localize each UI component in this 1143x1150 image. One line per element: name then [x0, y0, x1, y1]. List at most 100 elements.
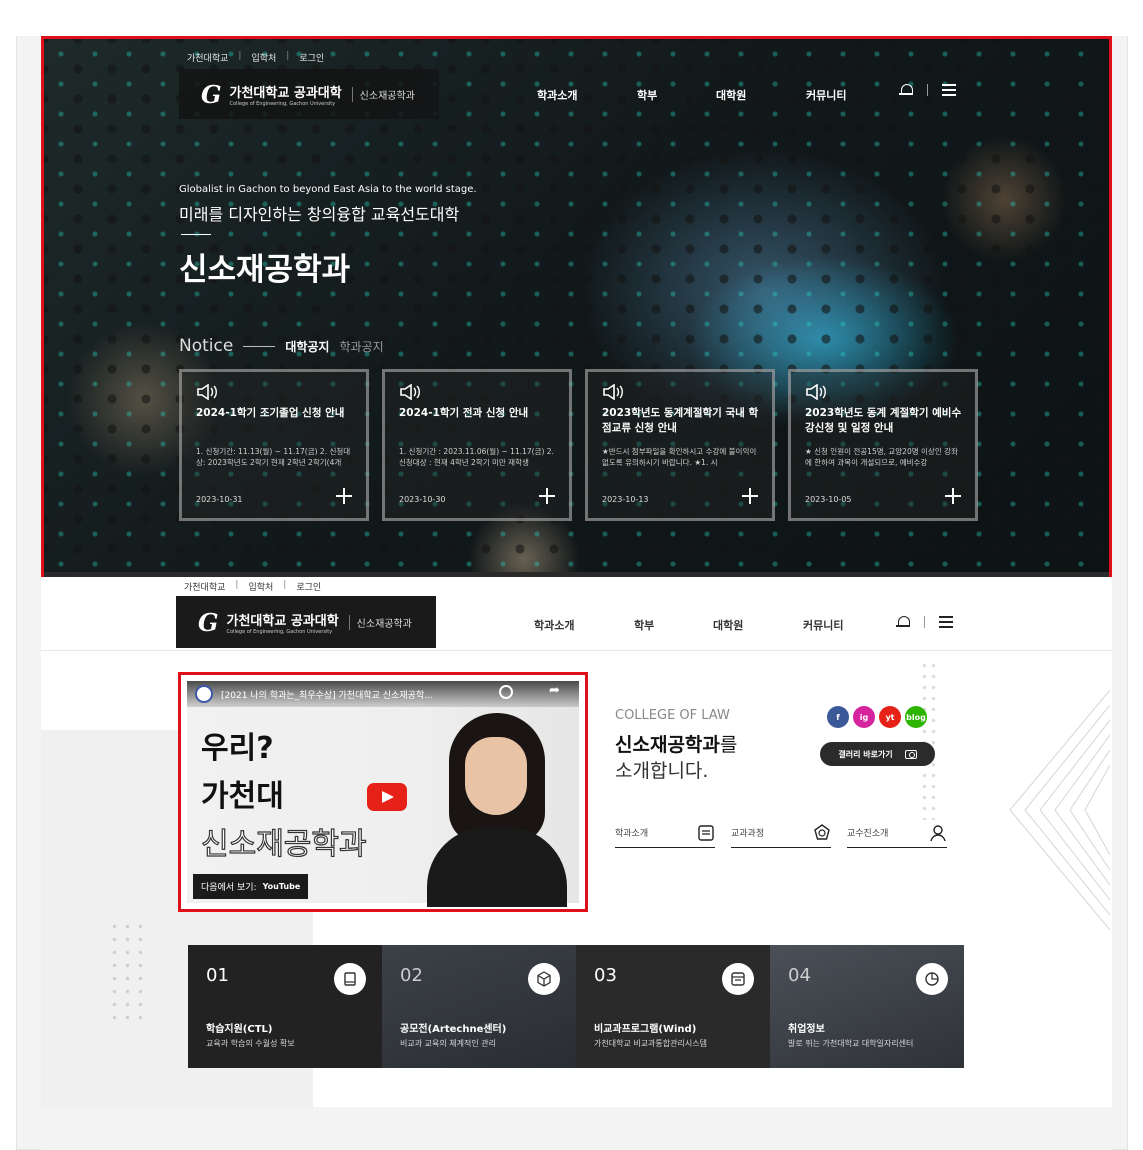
intro-heading-particle: 를: [719, 734, 738, 756]
util-link-university[interactable]: 가천대학교: [187, 51, 228, 64]
logo-subtitle: College of Engineering, Gachon Universit…: [226, 628, 333, 635]
blog-icon[interactable]: blog: [905, 706, 927, 728]
camera-icon: [904, 749, 917, 759]
video-embed[interactable]: [2021 나의 학과는_최우수상] 가천대학교 신소재공학... ➦ 우리? …: [178, 672, 588, 912]
notice-card[interactable]: 2023학년도 동계 계절학기 예비수강신청 및 일정 안내 ★ 신청 인원이 …: [788, 369, 978, 521]
util-link-login[interactable]: 로그인: [299, 51, 324, 64]
notice-date: 2023-10-05: [805, 495, 852, 504]
nav-item-undergraduate[interactable]: 학부: [637, 87, 657, 103]
pie-chart-icon: [916, 963, 948, 995]
notice-divider: [243, 345, 276, 347]
share-icon[interactable]: ➦: [549, 684, 563, 699]
nav-item-undergraduate[interactable]: 학부: [634, 617, 654, 633]
youtube-play-icon[interactable]: [367, 783, 407, 811]
nav-item-graduate[interactable]: 대학원: [713, 617, 743, 633]
util-link-admission[interactable]: 입학처: [248, 580, 273, 593]
quick-desc: 가천대학교 비교과통합관리시스템: [594, 1039, 707, 1048]
intro-quick-links: 학과소개 교과과정 교수진소개: [615, 818, 947, 848]
link-curriculum[interactable]: 교과과정: [731, 818, 831, 848]
utility-nav: 가천대학교 | 입학처 | 로그인: [184, 580, 321, 593]
notice-label: Notice: [179, 336, 234, 356]
menu-icon[interactable]: [942, 84, 956, 96]
logo[interactable]: G 가천대학교 공과대학 College of Engineering, Gac…: [179, 69, 439, 119]
intro-heading-line2: 소개합니다.: [615, 760, 709, 782]
notice-card[interactable]: 2024-1학기 조기졸업 신청 안내 1. 신청기간: 11.13(월) ~ …: [179, 369, 369, 521]
logo[interactable]: G 가천대학교 공과대학 College of Engineering, Gac…: [176, 596, 436, 648]
instagram-icon[interactable]: ig: [853, 706, 875, 728]
watch-later-icon[interactable]: [499, 685, 513, 699]
frame-top: [16, 0, 1128, 36]
speaker-icon: [603, 384, 623, 400]
intro-subtitle: COLLEGE OF LAW: [615, 708, 730, 723]
divider: [927, 84, 928, 96]
utility-nav: 가천대학교 | 입학처 | 로그인: [187, 51, 324, 64]
quick-item[interactable]: 04 취업정보 발로 뛰는 가천대학교 대학일자리센터: [770, 945, 964, 1068]
quick-desc: 교육과 학습의 수월성 확보: [206, 1039, 295, 1048]
header-icons: [896, 615, 953, 629]
tab-university-notice[interactable]: 대학공지: [285, 338, 329, 355]
quick-item[interactable]: 02 공모전(Artechne센터) 비교과 교육의 체계적인 관리: [382, 945, 576, 1068]
youtube-icon[interactable]: yt: [879, 706, 901, 728]
video-title[interactable]: [2021 나의 학과는_최우수상] 가천대학교 신소재공학...: [221, 688, 433, 701]
chevron-pattern-decoration: [1009, 689, 1110, 931]
speaker-icon: [806, 384, 826, 400]
emblem-icon: [814, 823, 830, 840]
quick-title: 취업정보: [788, 1024, 825, 1035]
util-link-login[interactable]: 로그인: [296, 580, 321, 593]
menu-icon[interactable]: [939, 616, 953, 628]
link-label: 교수진소개: [847, 829, 889, 839]
hero-section: 가천대학교 | 입학처 | 로그인 G 가천대학교 공과대학 College o…: [41, 36, 1112, 593]
util-separator: |: [283, 580, 287, 590]
intro-heading-dept: 신소재공학과: [615, 734, 720, 756]
quick-title: 학습지원(CTL): [206, 1024, 273, 1035]
link-faculty[interactable]: 교수진소개: [847, 818, 947, 848]
nav-item-graduate[interactable]: 대학원: [716, 87, 746, 103]
tab-department-notice[interactable]: 학과공지: [339, 338, 383, 355]
notice-date: 2023-10-31: [196, 495, 243, 504]
watch-label: 다음에서 보기:: [201, 883, 257, 893]
speaker-icon: [197, 384, 217, 400]
plus-icon[interactable]: [945, 488, 961, 504]
plus-icon[interactable]: [336, 488, 352, 504]
footer-gray-band: [41, 1107, 1112, 1150]
quick-item[interactable]: 01 학습지원(CTL) 교육과 학습의 수월성 확보: [188, 945, 382, 1068]
nav-item-community[interactable]: 커뮤니티: [806, 87, 846, 103]
channel-avatar[interactable]: [195, 685, 213, 703]
nav-item-about[interactable]: 학과소개: [534, 617, 574, 633]
dot-pattern-decoration: [920, 660, 938, 820]
logo-text: 가천대학교 공과대학 College of Engineering, Gacho…: [227, 610, 339, 635]
notice-excerpt: ★반드시 첨부파일을 확인하시고 수강에 불이익이 없도록 유의하시기 바랍니다…: [602, 447, 757, 467]
notice-card[interactable]: 2023학년도 동계계절학기 국내 학점교류 신청 안내 ★반드시 첨부파일을 …: [585, 369, 775, 521]
gallery-button[interactable]: 갤러리 바로가기: [820, 742, 935, 766]
nav-item-about[interactable]: 학과소개: [537, 87, 577, 103]
gallery-label: 갤러리 바로가기: [838, 749, 893, 759]
quick-desc: 비교과 교육의 체계적인 관리: [400, 1039, 496, 1048]
facebook-icon[interactable]: f: [827, 706, 849, 728]
video-topbar: [2021 나의 학과는_최우수상] 가천대학교 신소재공학...: [187, 681, 579, 707]
bell-icon[interactable]: [896, 615, 910, 629]
intro-heading: 신소재공학과를: [615, 730, 737, 757]
util-link-university[interactable]: 가천대학교: [184, 580, 225, 593]
quick-item[interactable]: 03 비교과프로그램(Wind) 가천대학교 비교과통합관리시스템: [576, 945, 770, 1068]
util-separator: |: [238, 51, 242, 61]
link-dept-intro[interactable]: 학과소개: [615, 818, 715, 848]
video-thumbnail[interactable]: [2021 나의 학과는_최우수상] 가천대학교 신소재공학... ➦ 우리? …: [187, 681, 579, 907]
hero-slogan-ko: 미래를 디자인하는 창의융합 교육선도대학: [179, 205, 460, 224]
nav-item-community[interactable]: 커뮤니티: [803, 617, 843, 633]
notice-title: 2024-1학기 조기졸업 신청 안내: [196, 407, 345, 419]
plus-icon[interactable]: [742, 488, 758, 504]
notice-title: 2023학년도 동계 계절학기 예비수강신청 및 일정 안내: [805, 407, 962, 434]
quick-menu: 01 학습지원(CTL) 교육과 학습의 수월성 확보 02 공모전(Artec…: [188, 945, 964, 1068]
plus-icon[interactable]: [539, 488, 555, 504]
notice-list: 2024-1학기 조기졸업 신청 안내 1. 신청기간: 11.13(월) ~ …: [179, 369, 978, 521]
divider: [924, 616, 925, 628]
notice-title: 2024-1학기 전과 신청 안내: [399, 407, 529, 419]
video-caption-line: 우리?: [201, 731, 274, 766]
hero-divider: [181, 234, 211, 235]
bell-icon[interactable]: [899, 83, 913, 97]
document-icon: [698, 824, 714, 841]
watch-on-youtube-button[interactable]: 다음에서 보기: YouTube: [193, 874, 309, 899]
link-label: 학과소개: [615, 829, 649, 839]
notice-card[interactable]: 2024-1학기 전과 신청 안내 1. 신청기간 : 2023.11.06(월…: [382, 369, 572, 521]
util-link-admission[interactable]: 입학처: [251, 51, 276, 64]
